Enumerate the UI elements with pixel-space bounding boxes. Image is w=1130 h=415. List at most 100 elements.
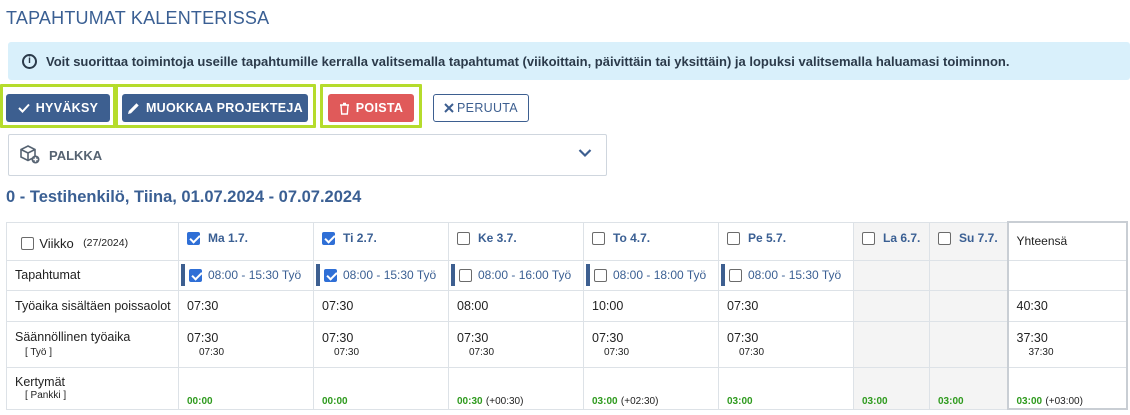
accrual-cell: 03:00	[929, 366, 1008, 410]
check-icon	[18, 103, 30, 113]
work-value: 07:30	[322, 298, 354, 313]
approve-button[interactable]: HYVÄKSY	[6, 94, 110, 122]
accrual-value: 00:30	[457, 396, 483, 407]
work-cell: 07:30	[313, 289, 449, 322]
week-checkbox[interactable]	[21, 236, 34, 250]
accrual-value: 03:00	[727, 396, 753, 407]
event-text: 08:00 - 15:30 Työ	[208, 268, 302, 282]
event-checkbox[interactable]	[189, 268, 202, 282]
cancel-button[interactable]: PERUUTA	[433, 94, 529, 122]
event-text: 08:00 - 15:30 Työ	[748, 268, 842, 282]
total-header: Yhteensä	[1006, 221, 1128, 261]
box-icon	[20, 145, 40, 164]
event-text: 08:00 - 16:00 Työ	[478, 268, 572, 282]
accrual-row-label: Kertymät [ Pankki ]	[6, 366, 179, 410]
event-item[interactable]: 08:00 - 15:30 Työ	[316, 264, 436, 286]
event-text: 08:00 - 15:30 Työ	[343, 268, 437, 282]
info-icon: i	[22, 53, 37, 69]
info-banner: i Voit suorittaa toimintoja useille tapa…	[8, 42, 1130, 80]
accrual-total-wrap: 03:00 (+03:00)	[1017, 393, 1083, 407]
event-item[interactable]: 08:00 - 18:00 Työ	[586, 264, 706, 286]
regular-total-value: 37:30	[1016, 330, 1048, 345]
payroll-accordion[interactable]: PALKKA	[8, 134, 607, 176]
regular-cell: 07:30 07:30	[313, 320, 449, 368]
regular-sub-value: 07:30	[739, 346, 765, 358]
accrual-value: 03:00	[862, 396, 888, 407]
payroll-label: PALKKA	[49, 147, 103, 163]
day-header: Su 7.7.	[929, 221, 1008, 261]
work-total-value: 40:30	[1016, 298, 1048, 313]
accrual-cell: 00:00	[178, 366, 314, 410]
event-cell	[853, 259, 930, 291]
day-label: To 4.7.	[613, 231, 651, 246]
regular-sub-value: 07:30	[469, 346, 495, 358]
accrual-delta: (+00:30)	[485, 396, 524, 407]
accrual-value: 00:00	[322, 396, 348, 407]
trash-icon	[339, 102, 349, 115]
work-cell	[853, 289, 930, 322]
work-value: 07:30	[187, 298, 219, 313]
accrual-total-delta: (+03:00)	[1045, 395, 1083, 407]
event-checkbox[interactable]	[594, 268, 607, 282]
day-label: Pe 5.7.	[748, 231, 787, 246]
regular-value: 07:30	[187, 330, 219, 345]
day-checkbox[interactable]	[592, 231, 605, 245]
work-value: 07:30	[727, 298, 759, 313]
day-label: Su 7.7.	[959, 231, 998, 246]
work-cell: 07:30	[178, 289, 314, 322]
work-cell	[929, 289, 1008, 322]
event-item[interactable]: 08:00 - 15:30 Työ	[721, 264, 841, 286]
regular-value: 07:30	[322, 330, 354, 345]
chevron-down-icon	[578, 149, 592, 158]
accrual-wrap: 00:30 (+00:30)	[457, 393, 523, 407]
info-text: Voit suorittaa toimintoja useille tapaht…	[46, 53, 1010, 69]
regular-cell: 07:30 07:30	[718, 320, 854, 368]
accrual-wrap: 03:00 (+02:30)	[592, 393, 658, 407]
event-checkbox[interactable]	[729, 268, 742, 282]
accrual-value: 03:00	[592, 396, 618, 407]
day-checkbox[interactable]	[862, 231, 875, 245]
week-header: Viikko (27/2024)	[6, 221, 179, 261]
events-total-cell	[1006, 259, 1128, 291]
edit-projects-button[interactable]: MUOKKAA PROJEKTEJA	[122, 94, 308, 122]
day-label: La 6.7.	[883, 231, 921, 246]
accrual-total-cell: 03:00 (+03:00)	[1006, 366, 1128, 410]
regular-value: 07:30	[592, 330, 624, 345]
accrual-cell: 03:00 (+02:30)	[583, 366, 719, 410]
day-checkbox[interactable]	[322, 231, 335, 245]
event-checkbox[interactable]	[324, 268, 337, 282]
work-cell: 07:30	[718, 289, 854, 322]
event-cell: 08:00 - 16:00 Työ	[448, 259, 584, 291]
event-item[interactable]: 08:00 - 15:30 Työ	[181, 264, 301, 286]
event-cell: 08:00 - 18:00 Työ	[583, 259, 719, 291]
event-cell	[929, 259, 1008, 291]
day-label: Ma 1.7.	[208, 231, 249, 246]
accrual-wrap: 00:00	[322, 393, 348, 407]
event-checkbox[interactable]	[459, 268, 472, 282]
person-period-heading: 0 - Testihenkilö, Tiina, 01.07.2024 - 07…	[6, 188, 362, 206]
event-item[interactable]: 08:00 - 16:00 Työ	[451, 264, 571, 286]
accrual-wrap: 00:00	[187, 393, 213, 407]
accrual-cell: 03:00	[718, 366, 854, 410]
delete-button[interactable]: POISTA	[328, 94, 414, 122]
pencil-icon	[127, 102, 139, 114]
work-value: 10:00	[592, 298, 624, 313]
event-text: 08:00 - 18:00 Työ	[613, 268, 707, 282]
accrual-total-value: 03:00	[1016, 395, 1043, 407]
day-checkbox[interactable]	[187, 231, 200, 245]
day-checkbox[interactable]	[938, 231, 951, 245]
day-checkbox[interactable]	[727, 231, 740, 245]
regular-total-sub-value: 37:30	[1028, 346, 1054, 358]
day-checkbox[interactable]	[457, 231, 470, 245]
regular-sub-value: 07:30	[334, 346, 360, 358]
regular-sub-value: 07:30	[199, 346, 225, 358]
work-cell: 08:00	[448, 289, 584, 322]
work-value: 08:00	[457, 298, 489, 313]
events-row-label: Tapahtumat	[6, 259, 179, 291]
regular-row-label: Säännöllinen työaika [ Työ ]	[6, 320, 179, 368]
regular-cell	[853, 320, 930, 368]
day-label: Ke 3.7.	[478, 231, 517, 246]
regular-sub-value: 07:30	[604, 346, 630, 358]
work-row-label: Työaika sisältäen poissaolot	[6, 289, 179, 322]
accrual-wrap: 03:00	[727, 393, 753, 407]
